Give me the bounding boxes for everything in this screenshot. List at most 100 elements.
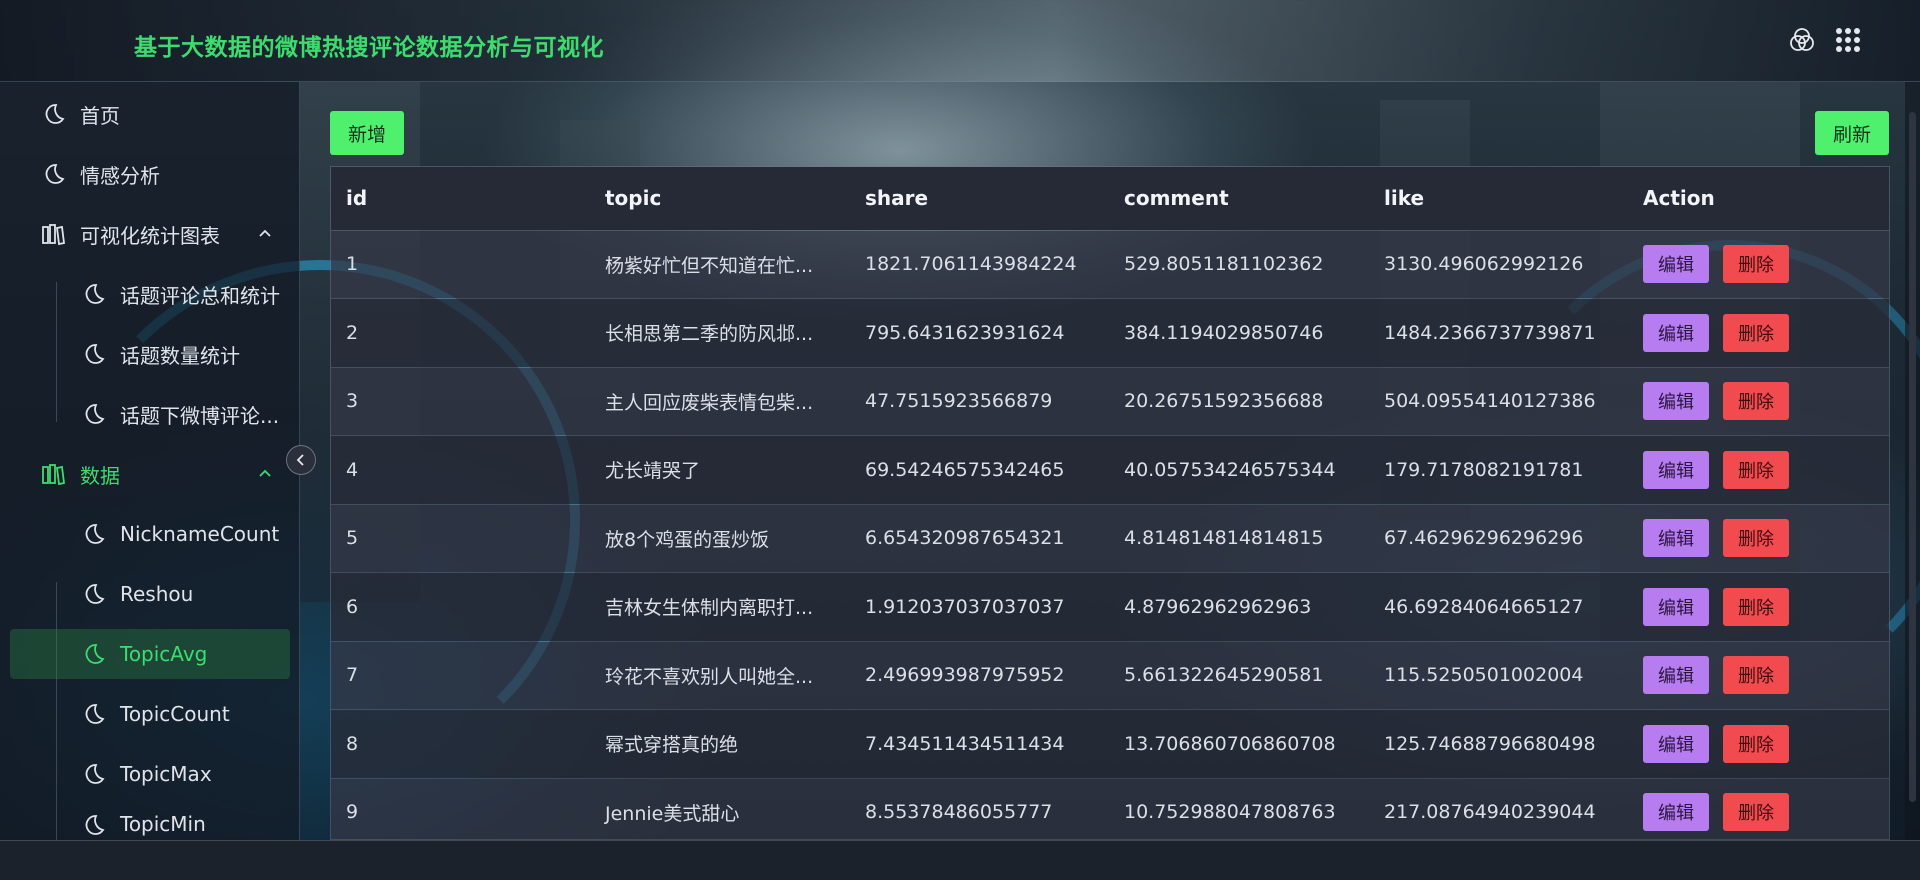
page-scrollbar[interactable] — [1905, 82, 1920, 840]
sidebar-item-topiccount[interactable]: TopicCount — [10, 689, 290, 739]
moon-icon — [45, 164, 65, 184]
sidebar-item-label: 数据 — [80, 463, 120, 488]
table-row: 2 长相思第二季的防风邶... 795.6431623931624 384.11940… — [331, 298, 1889, 368]
sidebar-item-nicknamecount[interactable]: NicknameCount — [10, 509, 290, 559]
cell-share: 1.912037037037037 — [850, 572, 1109, 642]
column-header-topic[interactable]: topic — [590, 167, 850, 231]
sidebar-collapse-button[interactable] — [286, 445, 316, 475]
app-title: 基于大数据的微博热搜评论数据分析与可视化 — [134, 35, 604, 61]
cell-comment: 20.26751592356688 — [1109, 367, 1369, 436]
column-header-like[interactable]: like — [1369, 167, 1628, 231]
delete-button[interactable]: 删除 — [1723, 656, 1789, 695]
sidebar-item-label: 情感分析 — [80, 163, 160, 188]
cell-share: 1821.7061143984224 — [850, 230, 1109, 299]
moon-icon — [85, 584, 105, 604]
add-button[interactable]: 新增 — [330, 111, 405, 155]
cell-share: 6.654320987654321 — [850, 504, 1109, 573]
cell-like: 504.09554140127386 — [1369, 367, 1628, 436]
cell-comment: 4.814814814814815 — [1109, 504, 1369, 573]
sidebar-item-reshou[interactable]: Reshou — [10, 569, 290, 619]
cell-comment: 10.752988047808763 — [1109, 778, 1369, 839]
cell-like: 217.08764940239044 — [1369, 778, 1628, 839]
sidebar: 首页 情感分析 可视化统计图表 话题评论总和统计 话题数量统计 话题下微博评论.… — [0, 82, 300, 842]
table-row: 7 玲花不喜欢别人叫她全... 2.496993987975952 5.6613226… — [331, 641, 1889, 710]
sidebar-item-label: 首页 — [80, 103, 120, 128]
apps-grid-icon[interactable] — [1834, 26, 1862, 54]
table-row: 8 幂式穿搭真的绝 7.434511434511434 13.706860706860… — [331, 709, 1889, 779]
cell-id: 3 — [331, 367, 590, 436]
delete-button[interactable]: 删除 — [1723, 382, 1789, 421]
cell-topic: 长相思第二季的防风邶... — [590, 298, 850, 368]
cell-topic: 尤长靖哭了 — [590, 435, 850, 505]
sidebar-item-label: TopicMin — [120, 812, 206, 836]
edit-button[interactable]: 编辑 — [1643, 519, 1709, 558]
refresh-button[interactable]: 刷新 — [1815, 111, 1890, 155]
delete-button[interactable]: 删除 — [1723, 724, 1789, 763]
moon-icon — [85, 404, 105, 424]
edit-button[interactable]: 编辑 — [1643, 793, 1709, 832]
cell-id: 1 — [331, 230, 590, 299]
column-header-comment[interactable]: comment — [1109, 167, 1369, 231]
scrollbar-thumb[interactable] — [1909, 112, 1916, 802]
sidebar-group-data[interactable]: 数据 — [10, 449, 290, 499]
moon-icon — [45, 104, 65, 124]
sidebar-group-charts[interactable]: 可视化统计图表 — [10, 209, 290, 259]
cell-action: 编辑 删除 — [1628, 641, 1889, 710]
delete-button[interactable]: 删除 — [1723, 519, 1789, 558]
sidebar-item-topic-weibo-comments[interactable]: 话题下微博评论... — [10, 389, 290, 439]
edit-button[interactable]: 编辑 — [1643, 724, 1709, 763]
cell-comment: 5.661322645290581 — [1109, 641, 1369, 710]
column-header-id[interactable]: id — [331, 167, 590, 231]
sidebar-item-label: TopicAvg — [120, 642, 208, 666]
sidebar-item-sentiment[interactable]: 情感分析 — [10, 149, 290, 199]
cell-like: 3130.496062992126 — [1369, 230, 1628, 299]
column-header-share[interactable]: share — [850, 167, 1109, 231]
cell-like: 67.46296296296296 — [1369, 504, 1628, 573]
table-row: 9 Jennie美式甜心 8.55378486055777 10.7529880478… — [331, 778, 1889, 839]
cell-topic: 吉林女生体制内离职打... — [590, 572, 850, 642]
cell-comment: 40.057534246575344 — [1109, 435, 1369, 505]
moon-icon — [85, 524, 105, 544]
cell-action: 编辑 删除 — [1628, 709, 1889, 779]
delete-button[interactable]: 删除 — [1723, 450, 1789, 489]
edit-button[interactable]: 编辑 — [1643, 656, 1709, 695]
theme-circles-icon[interactable] — [1788, 26, 1816, 54]
edit-button[interactable]: 编辑 — [1643, 450, 1709, 489]
cell-action: 编辑 删除 — [1628, 230, 1889, 299]
edit-button[interactable]: 编辑 — [1643, 382, 1709, 421]
sidebar-item-label: Reshou — [120, 582, 194, 606]
moon-icon — [85, 704, 105, 724]
library-icon — [42, 224, 65, 246]
table-row: 5 放8个鸡蛋的蛋炒饭 6.654320987654321 4.81481481481… — [331, 504, 1889, 573]
sidebar-item-topicmin[interactable]: TopicMin — [10, 804, 290, 840]
cell-id: 7 — [331, 641, 590, 710]
table-header-row: id topic share comment like Action — [331, 167, 1889, 231]
edit-button[interactable]: 编辑 — [1643, 313, 1709, 352]
cell-like: 125.74688796680498 — [1369, 709, 1628, 779]
bottom-bar — [0, 840, 1920, 880]
sidebar-item-topic-comment-sum[interactable]: 话题评论总和统计 — [10, 269, 290, 319]
delete-button[interactable]: 删除 — [1723, 313, 1789, 352]
sidebar-item-topicavg[interactable]: TopicAvg — [10, 629, 290, 679]
sidebar-item-home[interactable]: 首页 — [10, 89, 290, 139]
delete-button[interactable]: 删除 — [1723, 245, 1789, 284]
chevron-left-icon — [296, 454, 304, 466]
cell-topic: Jennie美式甜心 — [590, 778, 850, 839]
delete-button[interactable]: 删除 — [1723, 587, 1789, 626]
edit-button[interactable]: 编辑 — [1643, 245, 1709, 284]
cell-action: 编辑 删除 — [1628, 572, 1889, 642]
cell-action: 编辑 删除 — [1628, 504, 1889, 573]
cell-id: 8 — [331, 709, 590, 779]
sidebar-item-label: TopicMax — [120, 762, 212, 786]
data-table: id topic share comment like Action 1 杨紫好忙… — [330, 166, 1890, 840]
sidebar-item-topic-count-chart[interactable]: 话题数量统计 — [10, 329, 290, 379]
moon-icon — [85, 815, 105, 835]
cell-action: 编辑 删除 — [1628, 367, 1889, 436]
cell-topic: 玲花不喜欢别人叫她全... — [590, 641, 850, 710]
cell-comment: 384.1194029850746 — [1109, 298, 1369, 368]
table-row: 4 尤长靖哭了 69.54246575342465 40.05753424657534… — [331, 435, 1889, 505]
sidebar-item-topicmax[interactable]: TopicMax — [10, 749, 290, 799]
delete-button[interactable]: 删除 — [1723, 793, 1789, 832]
cell-comment: 4.87962962962963 — [1109, 572, 1369, 642]
edit-button[interactable]: 编辑 — [1643, 587, 1709, 626]
